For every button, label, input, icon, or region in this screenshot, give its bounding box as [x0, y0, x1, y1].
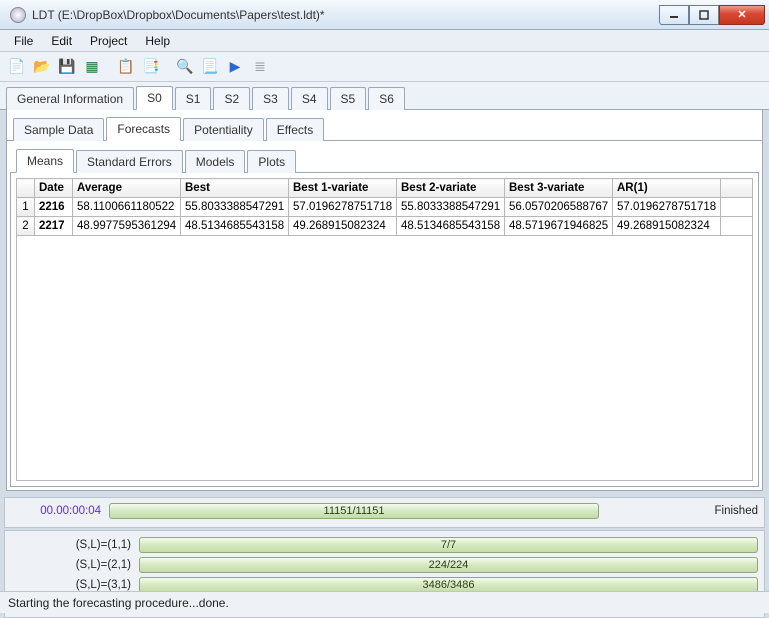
main-progress-bar: 11151/11151 [109, 503, 599, 519]
tab-s4[interactable]: S4 [291, 87, 328, 110]
tab-models[interactable]: Models [185, 150, 246, 173]
tab-s1[interactable]: S1 [175, 87, 212, 110]
cell-b3[interactable]: 56.0570206588767 [505, 198, 613, 217]
table-row[interactable]: 2 2217 48.9977595361294 48.5134685543158… [17, 217, 753, 236]
copy-icon[interactable]: 📋 [115, 56, 137, 78]
progress-status: Finished [715, 505, 758, 517]
copy-multi-icon[interactable]: 📑 [140, 56, 162, 78]
cell-b3[interactable]: 48.5719671946825 [505, 217, 613, 236]
cell-extra[interactable] [721, 198, 753, 217]
data-grid[interactable]: Date Average Best Best 1-variate Best 2-… [10, 173, 759, 487]
col-average[interactable]: Average [73, 179, 181, 198]
tab-plots[interactable]: Plots [247, 150, 296, 173]
tab-s5[interactable]: S5 [330, 87, 367, 110]
tab-s6[interactable]: S6 [368, 87, 405, 110]
tab-potentiality[interactable]: Potentiality [183, 118, 264, 141]
main-progress-panel: 00.00:00:04 11151/11151 Finished [4, 497, 765, 528]
cell-date[interactable]: 2217 [35, 217, 73, 236]
sub-progress-label: (S,L)=(1,1) [11, 539, 131, 551]
minimize-button[interactable] [659, 5, 689, 25]
cell-extra[interactable] [721, 217, 753, 236]
cell-best[interactable]: 55.8033388547291 [181, 198, 289, 217]
excel-icon[interactable]: ▦ [81, 56, 103, 78]
sub-tabs: Sample Data Forecasts Potentiality Effec… [7, 112, 762, 141]
window-title: LDT (E:\DropBox\Dropbox\Documents\Papers… [32, 8, 659, 22]
elapsed-time: 00.00:00:04 [11, 505, 101, 517]
cell-b1[interactable]: 57.0196278751718 [289, 198, 397, 217]
menu-project[interactable]: Project [82, 32, 135, 50]
cell-ar1[interactable]: 49.268915082324 [613, 217, 721, 236]
tab-s2[interactable]: S2 [213, 87, 250, 110]
tab-sample-data[interactable]: Sample Data [13, 118, 104, 141]
sub-progress-bar: 7/7 [139, 537, 758, 553]
cell-avg[interactable]: 58.1100661180522 [73, 198, 181, 217]
search-icon[interactable]: 🔍 [174, 56, 196, 78]
sub-progress-label: (S,L)=(3,1) [11, 579, 131, 591]
sub-progress-text: 7/7 [140, 538, 757, 552]
tab-standard-errors[interactable]: Standard Errors [76, 150, 183, 173]
tab-means[interactable]: Means [16, 149, 74, 173]
table-row[interactable]: 1 2216 58.1100661180522 55.8033388547291… [17, 198, 753, 217]
status-bar: Starting the forecasting procedure...don… [0, 591, 769, 613]
cell-avg[interactable]: 48.9977595361294 [73, 217, 181, 236]
tab-general-information[interactable]: General Information [6, 87, 134, 110]
col-best[interactable]: Best [181, 179, 289, 198]
tab-effects[interactable]: Effects [266, 118, 324, 141]
sub-progress-bar: 224/224 [139, 557, 758, 573]
list-icon[interactable]: ≣ [249, 56, 271, 78]
run-icon[interactable]: ▶ [224, 56, 246, 78]
cell-best[interactable]: 48.5134685543158 [181, 217, 289, 236]
col-date[interactable]: Date [35, 179, 73, 198]
doc-icon[interactable]: 📃 [199, 56, 221, 78]
inner-tabs: Means Standard Errors Models Plots [10, 144, 759, 173]
close-button[interactable]: ✕ [719, 5, 765, 25]
menu-bar: File Edit Project Help [0, 30, 769, 52]
table-header-row: Date Average Best Best 1-variate Best 2-… [17, 179, 753, 198]
menu-help[interactable]: Help [137, 32, 178, 50]
main-tabs: General Information S0 S1 S2 S3 S4 S5 S6 [0, 82, 769, 110]
cell-b1[interactable]: 49.268915082324 [289, 217, 397, 236]
toolbar: 📄 📂 💾 ▦ 📋 📑 🔍 📃 ▶ ≣ [0, 52, 769, 82]
cell-b2[interactable]: 55.8033388547291 [397, 198, 505, 217]
tab-forecasts[interactable]: Forecasts [106, 117, 181, 141]
col-rownum[interactable] [17, 179, 35, 198]
col-extra[interactable] [721, 179, 753, 198]
sub-progress-text: 224/224 [140, 558, 757, 572]
tab-s0[interactable]: S0 [136, 86, 173, 110]
cell-b2[interactable]: 48.5134685543158 [397, 217, 505, 236]
status-text: Starting the forecasting procedure...don… [8, 596, 229, 610]
tab-s3[interactable]: S3 [252, 87, 289, 110]
open-folder-icon[interactable]: 📂 [31, 56, 53, 78]
new-file-icon[interactable]: 📄 [6, 56, 28, 78]
row-num: 1 [17, 198, 35, 217]
app-icon [10, 7, 26, 23]
sub-progress-text: 3486/3486 [140, 578, 757, 592]
menu-file[interactable]: File [6, 32, 41, 50]
col-best2[interactable]: Best 2-variate [397, 179, 505, 198]
cell-ar1[interactable]: 57.0196278751718 [613, 198, 721, 217]
menu-edit[interactable]: Edit [43, 32, 80, 50]
sub-progress-label: (S,L)=(2,1) [11, 559, 131, 571]
title-bar: LDT (E:\DropBox\Dropbox\Documents\Papers… [0, 0, 769, 30]
col-ar1[interactable]: AR(1) [613, 179, 721, 198]
grid-empty-area [16, 236, 753, 481]
cell-date[interactable]: 2216 [35, 198, 73, 217]
row-num: 2 [17, 217, 35, 236]
maximize-button[interactable] [689, 5, 719, 25]
save-icon[interactable]: 💾 [56, 56, 78, 78]
main-progress-text: 11151/11151 [110, 504, 598, 518]
col-best3[interactable]: Best 3-variate [505, 179, 613, 198]
col-best1[interactable]: Best 1-variate [289, 179, 397, 198]
